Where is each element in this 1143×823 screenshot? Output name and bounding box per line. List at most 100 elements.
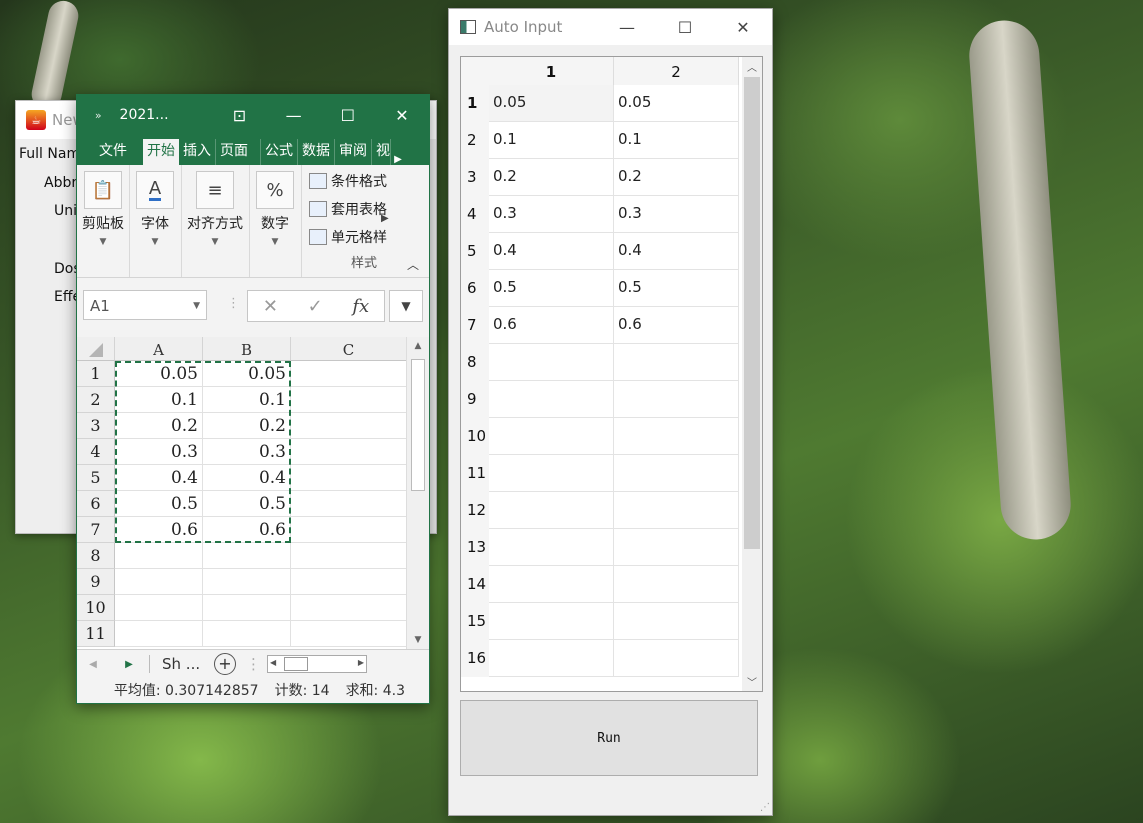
tab-file[interactable]: 文件 (77, 139, 143, 165)
cell-a[interactable]: 0.1 (115, 387, 203, 413)
cell-c[interactable] (291, 595, 407, 621)
cell-b[interactable] (203, 543, 291, 569)
table-vertical-scrollbar[interactable]: ︿ ﹀ (742, 57, 762, 691)
tab-home[interactable]: 开始 (143, 139, 179, 165)
tab-review[interactable]: 审阅 (335, 139, 372, 165)
cell-b[interactable] (203, 621, 291, 647)
scroll-up-icon[interactable]: ▲ (407, 337, 429, 355)
ribbon-expand-icon[interactable]: ▶ (381, 213, 389, 224)
cell-b[interactable]: 0.05 (203, 361, 291, 387)
clipboard-group[interactable]: 📋 剪贴板 ▼ (77, 165, 130, 277)
table-cell-col1[interactable] (489, 529, 614, 566)
check-icon[interactable]: ✓ (308, 296, 323, 317)
sheet-tab[interactable]: Sh ... (162, 655, 214, 673)
table-row-header[interactable]: 2 (461, 122, 489, 159)
cell-c[interactable] (291, 361, 407, 387)
vertical-scrollbar[interactable]: ▲ ▼ (406, 337, 429, 649)
table-cell-col1[interactable] (489, 492, 614, 529)
number-group[interactable]: % 数字 ▼ (249, 165, 302, 277)
tab-page-layout[interactable]: 页面 (216, 139, 261, 165)
table-column-header-2[interactable]: 2 (614, 57, 739, 85)
table-cell-col2[interactable]: 0.5 (614, 270, 739, 307)
table-cell-col2[interactable]: 0.4 (614, 233, 739, 270)
cell-a[interactable]: 0.6 (115, 517, 203, 543)
table-row-header[interactable]: 5 (461, 233, 489, 270)
table-cell-col1[interactable] (489, 455, 614, 492)
minimize-icon[interactable]: — (267, 106, 321, 125)
cell-c[interactable] (291, 439, 407, 465)
table-cell-col1[interactable] (489, 566, 614, 603)
table-cell-col1[interactable]: 0.6 (489, 307, 614, 344)
row-header[interactable]: 8 (77, 543, 115, 569)
table-cell-col2[interactable] (614, 603, 739, 640)
cell-styles-button[interactable]: 单元格样 (309, 227, 387, 247)
row-header[interactable]: 7 (77, 517, 115, 543)
table-cell-col1[interactable] (489, 344, 614, 381)
cancel-icon[interactable]: ✕ (263, 296, 278, 317)
input-table[interactable]: 1 2 1 0.05 0.05 2 0.1 0.1 3 0.2 0.2 4 0.3 0.3 5 0.4 0.… (460, 56, 763, 692)
collapse-ribbon-icon[interactable]: ︿ (407, 256, 419, 273)
table-cell-col1[interactable] (489, 381, 614, 418)
cell-a[interactable] (115, 569, 203, 595)
table-row-header[interactable]: 13 (461, 529, 489, 566)
cell-a[interactable]: 0.05 (115, 361, 203, 387)
prev-sheet-icon[interactable]: ◀ (77, 659, 109, 670)
table-cell-col1[interactable] (489, 418, 614, 455)
cell-c[interactable] (291, 621, 407, 647)
table-cell-col2[interactable]: 0.3 (614, 196, 739, 233)
worksheet[interactable]: A B C 1 0.05 0.05 2 0.1 0.1 3 0.2 0.2 4 0.3 0.3 5 0.4… (77, 337, 429, 649)
table-row-header[interactable]: 1 (461, 85, 489, 122)
cell-c[interactable] (291, 569, 407, 595)
maximize-icon[interactable]: ☐ (321, 106, 375, 125)
resize-grip-icon[interactable]: ⋰ (760, 803, 770, 813)
table-row-header[interactable]: 15 (461, 603, 489, 640)
format-as-table-button[interactable]: 套用表格 (309, 199, 387, 219)
table-cell-col2[interactable] (614, 381, 739, 418)
table-cell-col2[interactable] (614, 492, 739, 529)
cell-a[interactable] (115, 621, 203, 647)
table-cell-col1[interactable] (489, 640, 614, 677)
cell-b[interactable]: 0.3 (203, 439, 291, 465)
table-row-header[interactable]: 8 (461, 344, 489, 381)
table-cell-col2[interactable]: 0.2 (614, 159, 739, 196)
row-header[interactable]: 2 (77, 387, 115, 413)
auto-input-window[interactable]: Auto Input — ☐ ✕ 1 2 1 0.05 0.05 2 0.1 0.1 3 0.… (448, 8, 773, 816)
row-header[interactable]: 5 (77, 465, 115, 491)
cell-a[interactable] (115, 595, 203, 621)
minimize-icon[interactable]: — (598, 18, 656, 37)
cell-b[interactable]: 0.6 (203, 517, 291, 543)
row-header[interactable]: 10 (77, 595, 115, 621)
cell-b[interactable]: 0.5 (203, 491, 291, 517)
table-cell-col2[interactable] (614, 640, 739, 677)
cell-b[interactable]: 0.2 (203, 413, 291, 439)
table-cell-col2[interactable]: 0.6 (614, 307, 739, 344)
cell-a[interactable]: 0.2 (115, 413, 203, 439)
run-button[interactable]: Run (460, 700, 758, 776)
alignment-group[interactable]: ≡ 对齐方式 ▼ (181, 165, 250, 277)
table-cell-col1[interactable]: 0.1 (489, 122, 614, 159)
conditional-format-button[interactable]: 条件格式 (309, 171, 387, 191)
scroll-thumb[interactable] (411, 359, 425, 491)
row-header[interactable]: 9 (77, 569, 115, 595)
table-row-header[interactable]: 16 (461, 640, 489, 677)
cell-c[interactable] (291, 387, 407, 413)
cell-a[interactable] (115, 543, 203, 569)
clipboard-icon[interactable]: 📋 (84, 171, 122, 209)
scroll-down-icon[interactable]: ﹀ (742, 674, 762, 689)
cell-c[interactable] (291, 517, 407, 543)
table-cell-col2[interactable] (614, 418, 739, 455)
row-header[interactable]: 3 (77, 413, 115, 439)
name-box[interactable]: A1 ▼ (83, 290, 207, 320)
scroll-down-icon[interactable]: ▼ (407, 631, 429, 649)
close-icon[interactable]: ✕ (714, 18, 772, 37)
chevron-down-icon[interactable]: ▼ (193, 291, 200, 321)
table-cell-col1[interactable]: 0.2 (489, 159, 614, 196)
scroll-right-icon[interactable]: ▶ (358, 658, 364, 667)
font-color-icon[interactable]: A (136, 171, 174, 209)
column-header-c[interactable]: C (291, 337, 407, 361)
add-sheet-icon[interactable]: + (214, 653, 236, 675)
horizontal-scrollbar[interactable]: ◀ ▶ (267, 655, 367, 673)
table-row-header[interactable]: 10 (461, 418, 489, 455)
table-cell-col1[interactable]: 0.05 (489, 85, 614, 122)
table-cell-col1[interactable]: 0.3 (489, 196, 614, 233)
